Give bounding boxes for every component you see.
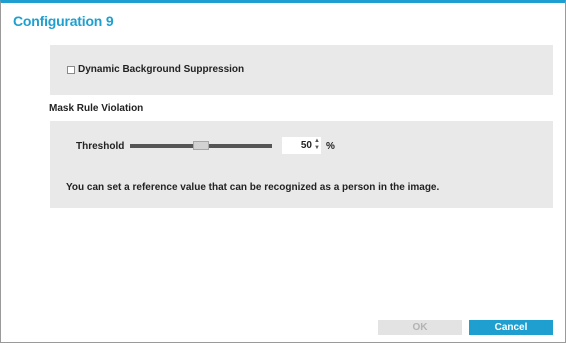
chevron-down-icon[interactable]: ▼ <box>314 145 320 152</box>
configuration-dialog: Configuration 9 Dynamic Background Suppr… <box>0 0 566 343</box>
checkbox-icon[interactable] <box>67 65 75 74</box>
options-panel: Dynamic Background Suppression <box>50 45 553 95</box>
spin-arrows[interactable]: ▲ ▼ <box>314 138 320 152</box>
threshold-label: Threshold <box>76 141 125 152</box>
chevron-up-icon[interactable]: ▲ <box>314 138 320 145</box>
cancel-button[interactable]: Cancel <box>469 320 553 335</box>
threshold-slider-thumb[interactable] <box>193 141 209 150</box>
threshold-hint: You can set a reference value that can b… <box>66 182 440 193</box>
dialog-title: Configuration 9 <box>13 13 114 29</box>
dynamic-background-suppression-label: Dynamic Background Suppression <box>78 64 245 75</box>
dynamic-background-suppression-option[interactable]: Dynamic Background Suppression <box>67 64 244 75</box>
threshold-unit: % <box>326 141 335 152</box>
threshold-spinbox[interactable]: 50 ▲ ▼ <box>282 137 321 154</box>
mask-rule-section-title: Mask Rule Violation <box>49 103 144 114</box>
mask-rule-panel: Threshold 50 ▲ ▼ % You can set a referen… <box>50 121 553 208</box>
ok-button[interactable]: OK <box>378 320 462 335</box>
